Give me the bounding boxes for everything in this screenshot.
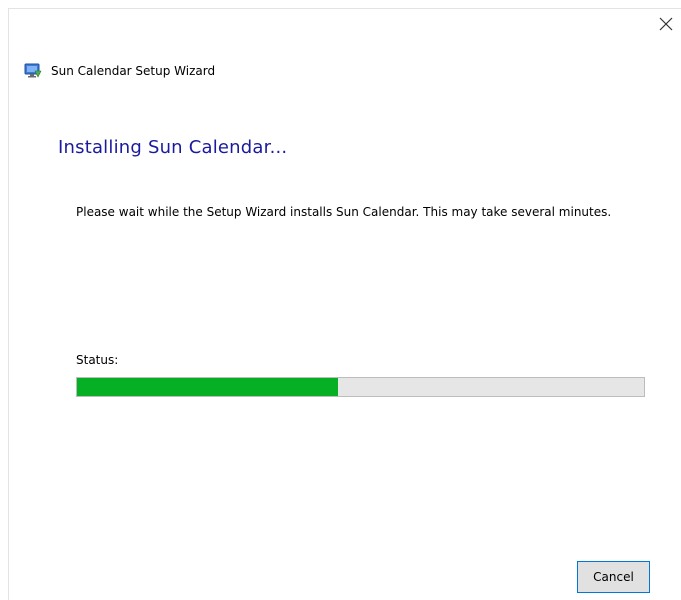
status-label: Status: xyxy=(76,353,119,367)
progress-fill xyxy=(77,378,338,396)
page-heading: Installing Sun Calendar... xyxy=(58,137,288,158)
cancel-button[interactable]: Cancel xyxy=(577,561,650,593)
title-bar: Sun Calendar Setup Wizard xyxy=(24,61,215,81)
close-icon xyxy=(659,17,673,31)
setup-wizard-window: Sun Calendar Setup Wizard Installing Sun… xyxy=(8,8,681,600)
installer-monitor-icon xyxy=(24,63,42,78)
install-description: Please wait while the Setup Wizard insta… xyxy=(76,205,612,219)
close-button[interactable] xyxy=(651,9,681,39)
install-progress-bar xyxy=(76,377,645,397)
window-title: Sun Calendar Setup Wizard xyxy=(51,64,216,78)
